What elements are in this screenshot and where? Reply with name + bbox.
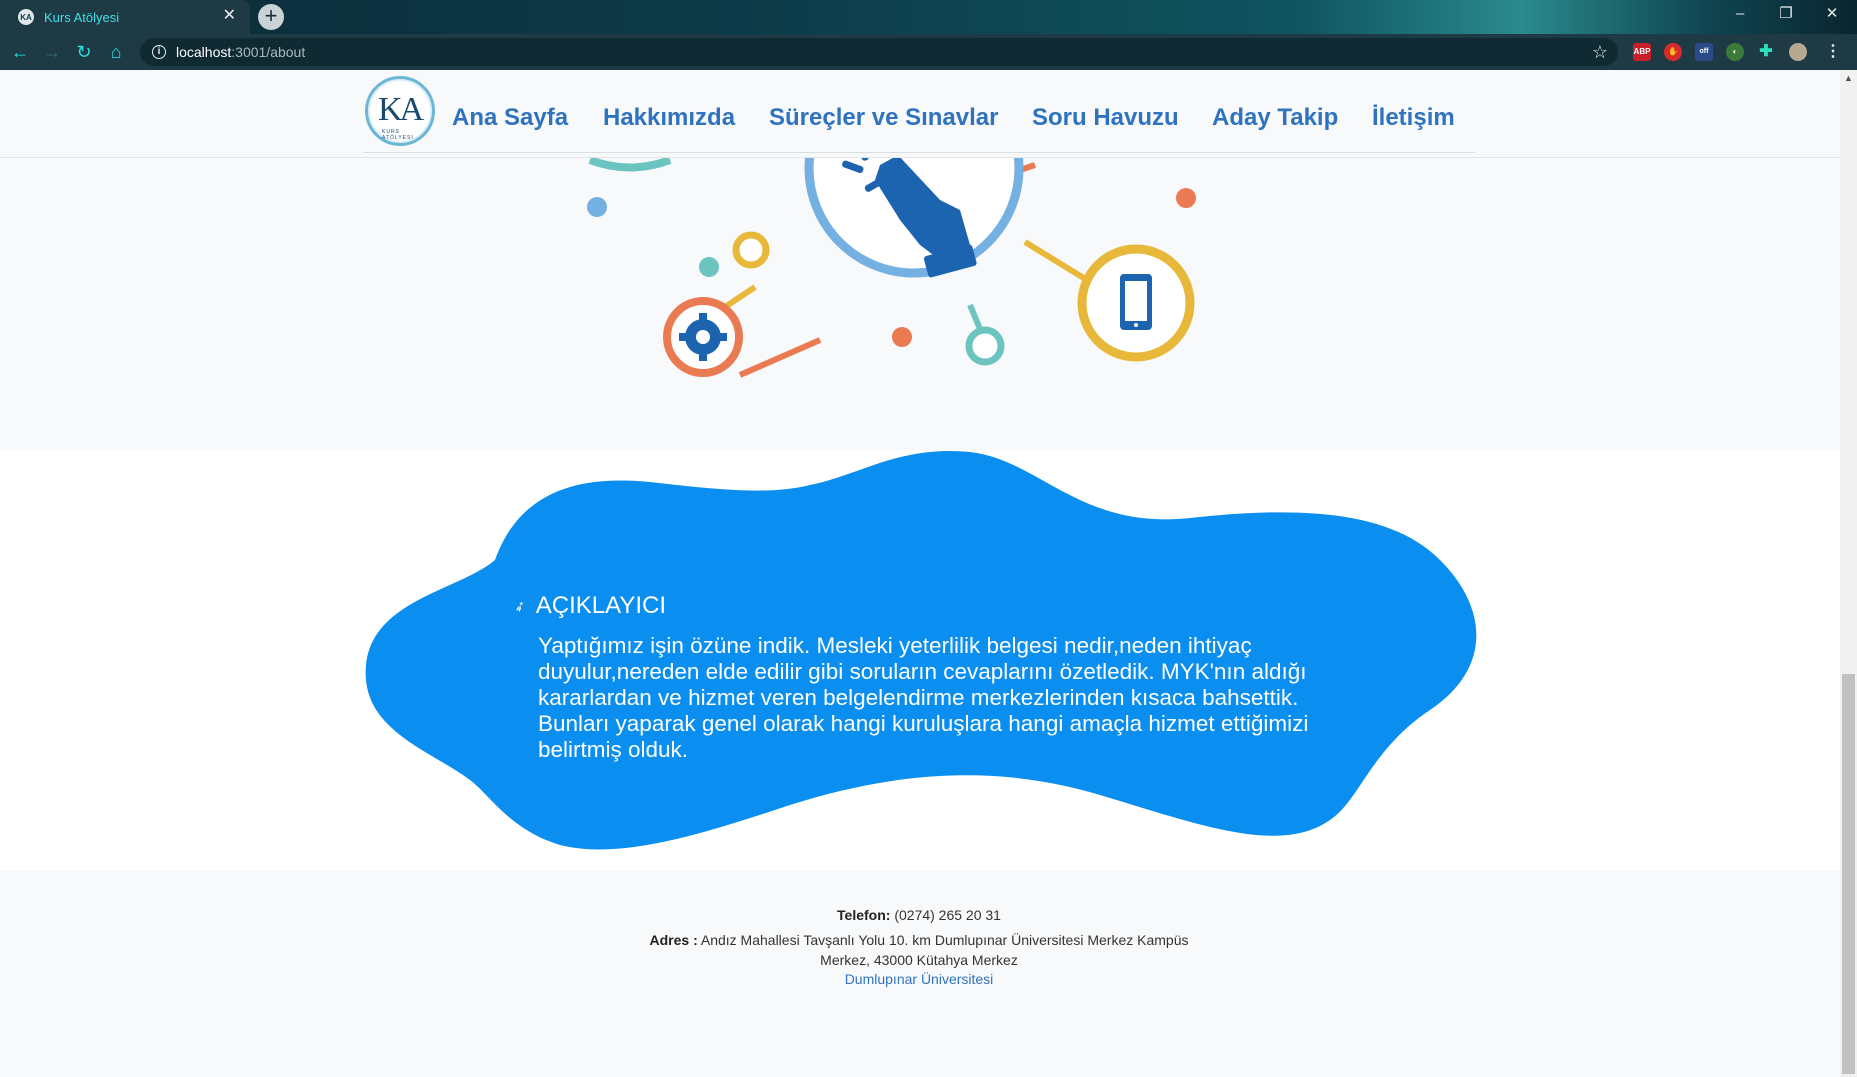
address-bar[interactable]: i localhost:3001/about ☆ [140, 38, 1618, 66]
logo-subtitle: KURS ATÖLYESİ [382, 129, 414, 141]
rocket-icon: ➶ [511, 596, 528, 616]
logo-text: KA [378, 91, 424, 128]
address-line-1: Andız Mahallesi Tavşanlı Yolu 10. km Dum… [700, 932, 1189, 948]
nav-link-hakkimizda[interactable]: Hakkımızda [603, 104, 735, 132]
footer-address: Adres : Andız Mahallesi Tavşanlı Yolu 10… [628, 930, 1210, 950]
bookmark-star-icon[interactable]: ☆ [1592, 42, 1608, 62]
url-host: localhost [176, 44, 232, 60]
nav-link-surecler[interactable]: Süreçler ve Sınavlar [769, 104, 998, 132]
nav-link-soru-havuzu[interactable]: Soru Havuzu [1032, 104, 1179, 132]
footer: Telefon: (0274) 265 20 31 Adres : Andız … [0, 871, 1840, 1077]
minimize-icon[interactable]: – [1717, 0, 1763, 28]
tab-title: Kurs Atölyesi [44, 9, 120, 25]
home-icon[interactable]: ⌂ [106, 42, 126, 62]
about-section: ➶ AÇIKLAYICI Yaptığımız işin özüne indik… [0, 450, 1840, 871]
address-label: Adres : [649, 932, 698, 948]
reload-icon[interactable]: ↻ [74, 42, 94, 62]
phone-value: (0274) 265 20 31 [894, 907, 1001, 923]
page-scrollbar[interactable]: ▲ [1840, 70, 1857, 1077]
forward-icon[interactable]: → [42, 42, 62, 62]
brand-logo[interactable]: KA KURS ATÖLYESİ [365, 76, 435, 146]
phone-label: Telefon: [837, 907, 891, 923]
back-icon[interactable]: ← [10, 42, 30, 62]
puzzle-extension-icon[interactable]: ✚ [1757, 43, 1775, 61]
footer-contact: Telefon: (0274) 265 20 31 Adres : Andız … [628, 871, 1210, 1077]
site-info-icon[interactable]: i [152, 45, 166, 59]
footer-phone: Telefon: (0274) 265 20 31 [628, 905, 1210, 925]
off-extension-icon[interactable]: off [1695, 43, 1713, 61]
adblock-extension-icon[interactable]: ABP [1633, 43, 1651, 61]
globe-extension-icon[interactable]: ◐ [1726, 43, 1744, 61]
nav-link-ana-sayfa[interactable]: Ana Sayfa [452, 104, 568, 132]
dot-orange-2 [892, 327, 912, 347]
dot-teal [699, 257, 719, 277]
url-path: :3001/about [231, 44, 306, 60]
window-close-icon[interactable]: ✕ [1809, 0, 1855, 28]
dot-blue [587, 197, 607, 217]
about-text: Yaptığımız işin özüne indik. Mesleki yet… [538, 633, 1309, 762]
footer-address-2: Merkez, 43000 Kütahya Merkez [820, 952, 1018, 968]
about-heading: ➶ AÇIKLAYICI [511, 592, 666, 620]
red-hand-extension-icon[interactable]: ✋ [1664, 43, 1682, 61]
scroll-up-arrow-icon[interactable]: ▲ [1840, 70, 1857, 86]
dot-orange [1176, 188, 1196, 208]
new-tab-button[interactable]: + [258, 4, 284, 30]
restore-icon[interactable]: ❐ [1763, 0, 1809, 28]
browser-tab[interactable]: KA Kurs Atölyesi ✕ [0, 0, 250, 34]
footer-university-link[interactable]: Dumlupınar Üniversitesi [628, 969, 1210, 989]
tab-close-icon[interactable]: ✕ [223, 8, 236, 24]
page-viewport: KA KURS ATÖLYESİ Ana Sayfa Hakkımızda Sü… [0, 70, 1840, 1077]
navbar-inner: KA KURS ATÖLYESİ Ana Sayfa Hakkımızda Sü… [363, 70, 1475, 153]
menu-kebab-icon[interactable]: ⋮ [1824, 43, 1842, 61]
profile-avatar[interactable] [1789, 43, 1807, 61]
browser-toolbar: ← → ↻ ⌂ i localhost:3001/about ☆ ABP ✋ o… [0, 34, 1857, 70]
nav-link-aday-takip[interactable]: Aday Takip [1212, 104, 1338, 132]
browser-tabbar: KA Kurs Atölyesi ✕ + – ❐ ✕ [0, 0, 1857, 34]
navbar: KA KURS ATÖLYESİ Ana Sayfa Hakkımızda Sü… [0, 70, 1840, 158]
about-title: AÇIKLAYICI [535, 592, 666, 619]
nav-link-iletisim[interactable]: İletişim [1372, 104, 1455, 132]
scroll-thumb[interactable] [1842, 674, 1855, 1074]
tab-favicon-icon: KA [18, 9, 34, 25]
